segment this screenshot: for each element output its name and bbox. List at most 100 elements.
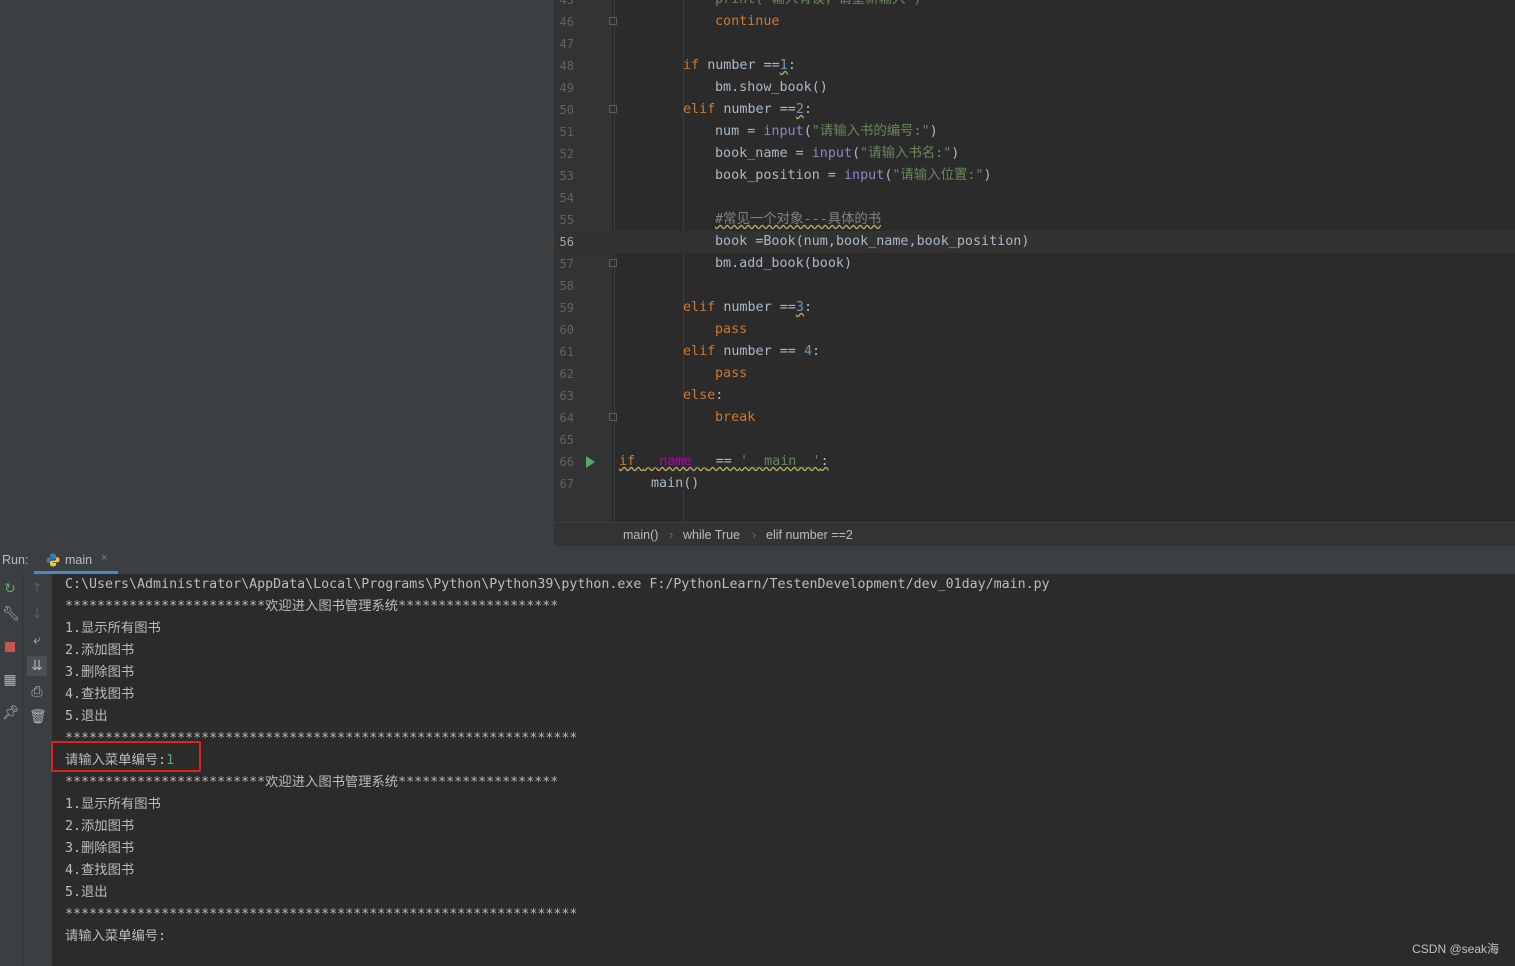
- code-text: break: [715, 410, 756, 425]
- code-line[interactable]: 62 pass: [554, 363, 1515, 385]
- console-line: 1.显示所有图书: [65, 621, 161, 636]
- run-panel-header: Run: main ×: [0, 546, 1515, 575]
- line-number: 65: [559, 433, 574, 447]
- breadcrumb: main() › while True › elif number ==2: [554, 522, 1515, 547]
- breadcrumb-item-main[interactable]: main(): [623, 523, 658, 547]
- code-line[interactable]: 54: [554, 187, 1515, 209]
- code-line[interactable]: 63 else:: [554, 385, 1515, 407]
- line-number: 55: [559, 213, 574, 227]
- fold-marker-icon[interactable]: [609, 259, 617, 267]
- code-text: book_position = input("请输入位置:"): [715, 168, 992, 183]
- code-text: elif number ==3:: [683, 300, 812, 315]
- trash-icon[interactable]: 🗑︎: [29, 709, 47, 725]
- code-line[interactable]: 48 if number ==1:: [554, 55, 1515, 77]
- code-text: #常见一个对象---具体的书: [715, 212, 882, 227]
- code-text: book =Book(num,book_name,book_position): [715, 234, 1030, 249]
- console-line: 4.查找图书: [65, 863, 135, 878]
- watermark: CSDN @seak海: [1412, 942, 1499, 956]
- code-line[interactable]: 57 bm.add_book(book): [554, 253, 1515, 275]
- code-text: main(): [651, 476, 700, 491]
- console-line: ****************************************…: [65, 907, 578, 922]
- code-line[interactable]: 58: [554, 275, 1515, 297]
- code-editor[interactable]: 45 print("输入有误，请重新输入") 46 continue 47 48 if nu…: [554, 0, 1515, 546]
- code-line[interactable]: 49 bm.show_book(): [554, 77, 1515, 99]
- line-number: 48: [559, 59, 574, 73]
- python-icon: [46, 553, 60, 567]
- run-toolbar-secondary: ↑ ↓ ⤶ ⇊ ⎙ 🗑︎: [23, 574, 53, 966]
- code-line[interactable]: 53 book_position = input("请输入位置:"): [554, 165, 1515, 187]
- code-line[interactable]: 67 main(): [554, 473, 1515, 495]
- line-number: 56: [559, 235, 574, 249]
- code-line[interactable]: 55 #常见一个对象---具体的书: [554, 209, 1515, 231]
- code-text: else:: [683, 388, 724, 403]
- code-text: if number ==1:: [683, 58, 796, 73]
- code-line[interactable]: 60 pass: [554, 319, 1515, 341]
- console-line: 3.删除图书: [65, 841, 135, 856]
- line-number: 58: [559, 279, 574, 293]
- breadcrumb-item-while[interactable]: while True: [683, 523, 740, 547]
- console-line: *************************欢迎进入图书管理系统*****…: [65, 599, 559, 614]
- line-number: 50: [559, 103, 574, 117]
- line-number: 49: [559, 81, 574, 95]
- project-panel-empty: [0, 0, 554, 546]
- code-line[interactable]: 64 break: [554, 407, 1515, 429]
- run-gutter-icon[interactable]: [586, 456, 595, 468]
- line-number: 46: [559, 15, 574, 29]
- code-line[interactable]: 56 book =Book(num,book_name,book_position…: [554, 231, 1515, 253]
- console-line: *************************欢迎进入图书管理系统*****…: [65, 775, 559, 790]
- breadcrumb-item-elif[interactable]: elif number ==2: [766, 523, 853, 547]
- fold-marker-icon[interactable]: [609, 105, 617, 113]
- code-line[interactable]: 47: [554, 33, 1515, 55]
- line-number: 52: [559, 147, 574, 161]
- code-line[interactable]: 61 elif number == 4:: [554, 341, 1515, 363]
- line-number: 67: [559, 477, 574, 491]
- line-number: 63: [559, 389, 574, 403]
- console-line: 5.退出: [65, 709, 108, 724]
- line-number: 64: [559, 411, 574, 425]
- line-number: 62: [559, 367, 574, 381]
- code-text: print("输入有误，请重新输入"): [715, 0, 921, 11]
- console-line: C:\Users\Administrator\AppData\Local\Pro…: [65, 577, 1050, 592]
- fold-marker-icon[interactable]: [609, 17, 617, 25]
- console-line: 请输入菜单编号:: [65, 929, 167, 944]
- scroll-to-end-icon[interactable]: ⇊: [27, 656, 47, 676]
- arrow-up-icon[interactable]: ↑: [29, 581, 45, 597]
- line-number: 59: [559, 301, 574, 315]
- line-number: 54: [559, 191, 574, 205]
- console-output[interactable]: C:\Users\Administrator\AppData\Local\Pro…: [53, 574, 1515, 966]
- code-line[interactable]: 52 book_name = input("请输入书名:"): [554, 143, 1515, 165]
- console-line: 3.删除图书: [65, 665, 135, 680]
- code-text: elif number == 4:: [683, 344, 821, 359]
- line-number: 57: [559, 257, 574, 271]
- console-line: 2.添加图书: [65, 643, 135, 658]
- code-line[interactable]: 45 print("输入有误，请重新输入"): [554, 0, 1515, 11]
- wrench-icon[interactable]: 🔧︎: [2, 606, 20, 622]
- rerun-icon[interactable]: ↻: [2, 581, 18, 597]
- code-text: num = input("请输入书的编号:"): [715, 124, 938, 139]
- arrow-down-icon[interactable]: ↓: [29, 606, 45, 622]
- code-text: bm.show_book(): [715, 80, 828, 95]
- code-line[interactable]: 46 continue: [554, 11, 1515, 33]
- print-icon[interactable]: ⎙: [29, 684, 45, 700]
- code-line[interactable]: 65: [554, 429, 1515, 451]
- layout-icon[interactable]: ▦: [2, 672, 18, 688]
- code-line[interactable]: 59 elif number ==3:: [554, 297, 1515, 319]
- code-line[interactable]: 66 if __name__ == '__main__':: [554, 451, 1515, 473]
- console-line: 1.显示所有图书: [65, 797, 161, 812]
- code-text: elif number ==2:: [683, 102, 812, 117]
- breadcrumb-separator-icon: ›: [752, 528, 757, 542]
- breadcrumb-separator-icon: ›: [669, 528, 674, 542]
- stop-icon[interactable]: [2, 639, 18, 655]
- code-line[interactable]: 50 elif number ==2:: [554, 99, 1515, 121]
- line-number: 51: [559, 125, 574, 139]
- run-tab-label: main: [65, 553, 93, 567]
- run-tab-main[interactable]: main ×: [34, 546, 118, 574]
- close-icon[interactable]: ×: [101, 552, 107, 564]
- soft-wrap-icon[interactable]: ⤶: [29, 632, 45, 648]
- code-line[interactable]: 51 num = input("请输入书的编号:"): [554, 121, 1515, 143]
- pin-icon[interactable]: 📌︎: [2, 705, 20, 721]
- fold-marker-icon[interactable]: [609, 413, 617, 421]
- code-text: pass: [715, 322, 748, 337]
- console-line: 4.查找图书: [65, 687, 135, 702]
- run-label: Run:: [2, 553, 29, 567]
